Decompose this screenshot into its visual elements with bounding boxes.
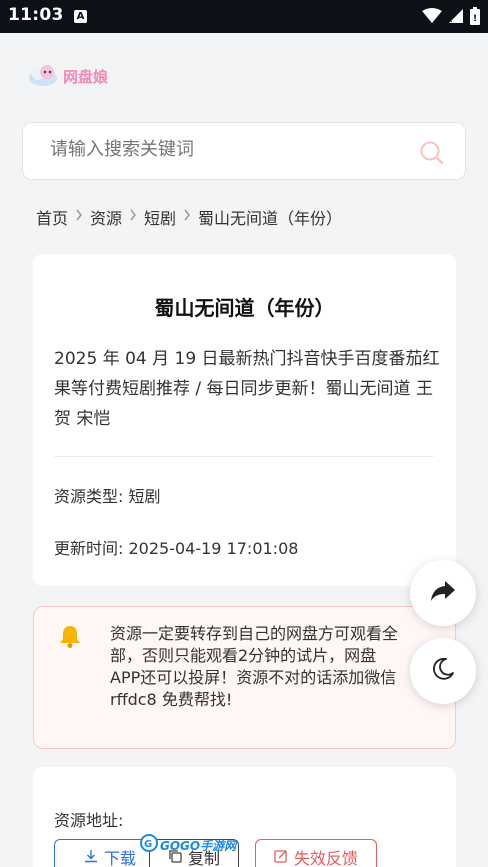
signal-icon: ! xyxy=(448,8,464,28)
resource-address-label: 资源地址: xyxy=(54,811,124,830)
share-button[interactable] xyxy=(410,560,476,626)
resource-description: 2025 年 04 月 19 日最新热门抖音快手百度番茄红果等付费短剧推荐 / … xyxy=(54,349,440,429)
breadcrumb-current: 蜀山无间道（年份） xyxy=(198,209,343,228)
wifi-icon xyxy=(422,8,442,28)
resource-type-value: 短剧 xyxy=(128,487,161,506)
notification-badge: A xyxy=(74,10,87,23)
status-time: 11:03 xyxy=(8,5,64,25)
page-title: 蜀山无间道（年份） xyxy=(154,296,335,320)
chevron-right-icon xyxy=(75,209,83,225)
notice-text: 资源一定要转存到自己的网盘方可观看全部，否则只能观看2分钟的试片，网盘APP还可… xyxy=(110,624,399,709)
detail-card: 蜀山无间道（年份） 2025 年 04 月 19 日最新热门抖音快手百度番茄红果… xyxy=(33,254,456,586)
download-icon xyxy=(84,848,98,867)
resource-type-row: 资源类型: 短剧 xyxy=(54,483,161,507)
search-icon[interactable] xyxy=(419,140,445,170)
report-icon xyxy=(274,848,288,867)
breadcrumb: 首页 资源 短剧 蜀山无间道（年份） xyxy=(36,205,342,229)
logo-text: 网盘娘 xyxy=(63,67,109,86)
search-box[interactable] xyxy=(22,122,466,180)
watermark: G GOGO手游网 xyxy=(140,834,236,856)
divider xyxy=(54,456,434,457)
report-invalid-button[interactable]: 失效反馈 xyxy=(255,839,377,867)
status-icons: ! ! xyxy=(422,7,480,29)
svg-text:!: ! xyxy=(450,15,453,24)
update-time-row: 更新时间: 2025-04-19 17:01:08 xyxy=(54,535,298,559)
moon-icon xyxy=(430,656,456,686)
report-label: 失效反馈 xyxy=(293,849,358,867)
svg-text:!: ! xyxy=(473,14,477,24)
chevron-right-icon xyxy=(183,209,191,225)
chevron-right-icon xyxy=(129,209,137,225)
breadcrumb-home[interactable]: 首页 xyxy=(36,205,68,229)
dark-mode-toggle[interactable] xyxy=(410,638,476,704)
site-logo[interactable]: 网盘娘 xyxy=(27,61,108,91)
search-input[interactable] xyxy=(50,139,410,160)
status-bar: 11:03 A ! ! xyxy=(0,0,488,33)
app-header: 网盘娘 xyxy=(0,33,488,113)
battery-icon: ! xyxy=(470,7,480,29)
resource-type-label: 资源类型: xyxy=(54,487,124,506)
logo-mascot-icon xyxy=(27,61,59,91)
watermark-text: GOGO手游网 xyxy=(160,838,237,853)
breadcrumb-category[interactable]: 短剧 xyxy=(144,205,176,229)
notice-box: 资源一定要转存到自己的网盘方可观看全部，否则只能观看2分钟的试片，网盘APP还可… xyxy=(33,606,456,749)
bell-icon xyxy=(57,623,83,653)
watermark-logo-icon: G xyxy=(140,834,158,856)
share-icon xyxy=(430,580,456,606)
update-time-label: 更新时间: xyxy=(54,539,124,558)
update-time-value: 2025-04-19 17:01:08 xyxy=(128,539,299,558)
download-label: 下载 xyxy=(103,849,136,867)
svg-text:G: G xyxy=(144,839,152,850)
resource-card: 资源地址: 下载 复制 失效反馈 xyxy=(33,767,456,867)
breadcrumb-resources[interactable]: 资源 xyxy=(90,205,122,229)
